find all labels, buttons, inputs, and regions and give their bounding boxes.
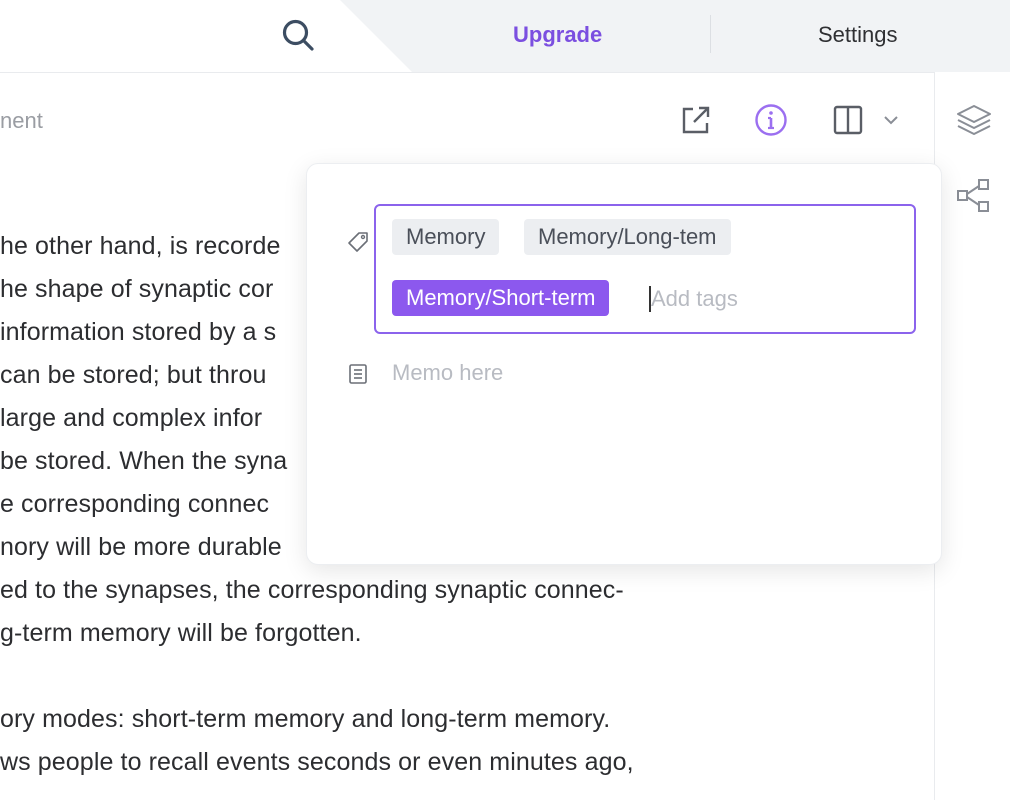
tag-icon <box>348 232 368 252</box>
doc-line: information stored by a s <box>0 318 277 346</box>
breadcrumb[interactable]: nent <box>0 108 43 134</box>
doc-line: nory will be more durable <box>0 533 282 561</box>
settings-button[interactable]: Settings <box>818 22 898 48</box>
top-divider <box>710 15 711 53</box>
doc-line: can be stored; but throu <box>0 361 267 389</box>
doc-line: ory modes: short-term memory and long-te… <box>0 705 611 733</box>
doc-line: large and complex infor <box>0 404 263 432</box>
doc-line: g-term memory will be forgotten. <box>0 619 362 647</box>
memo-input[interactable] <box>392 356 902 390</box>
memo-icon <box>349 364 367 384</box>
doc-line: ws people to recall events seconds or ev… <box>0 748 634 776</box>
search-icon[interactable] <box>280 17 316 53</box>
open-external-icon[interactable] <box>677 101 715 139</box>
doc-line: ed to the synapses, the corresponding sy… <box>0 576 624 604</box>
doc-line: e corresponding connec <box>0 490 270 518</box>
layers-icon[interactable] <box>955 101 993 139</box>
doc-line: be stored. When the syna <box>0 447 288 475</box>
tag-chip-memory-short-term[interactable]: Memory/Short-term <box>392 280 610 316</box>
tag-chip-memory[interactable]: Memory <box>392 219 500 255</box>
upgrade-button[interactable]: Upgrade <box>513 22 602 48</box>
tag-chip-memory-long-term[interactable]: Memory/Long-tem <box>524 219 731 255</box>
chevron-down-icon[interactable] <box>880 109 902 131</box>
add-tags-input[interactable] <box>651 282 901 316</box>
info-icon[interactable] <box>752 101 790 139</box>
graph-icon[interactable] <box>955 177 993 215</box>
top-right-panel <box>340 0 1010 72</box>
split-view-icon[interactable] <box>829 101 867 139</box>
doc-line: he other hand, is recorde <box>0 232 281 260</box>
doc-line: he shape of synaptic cor <box>0 275 274 303</box>
